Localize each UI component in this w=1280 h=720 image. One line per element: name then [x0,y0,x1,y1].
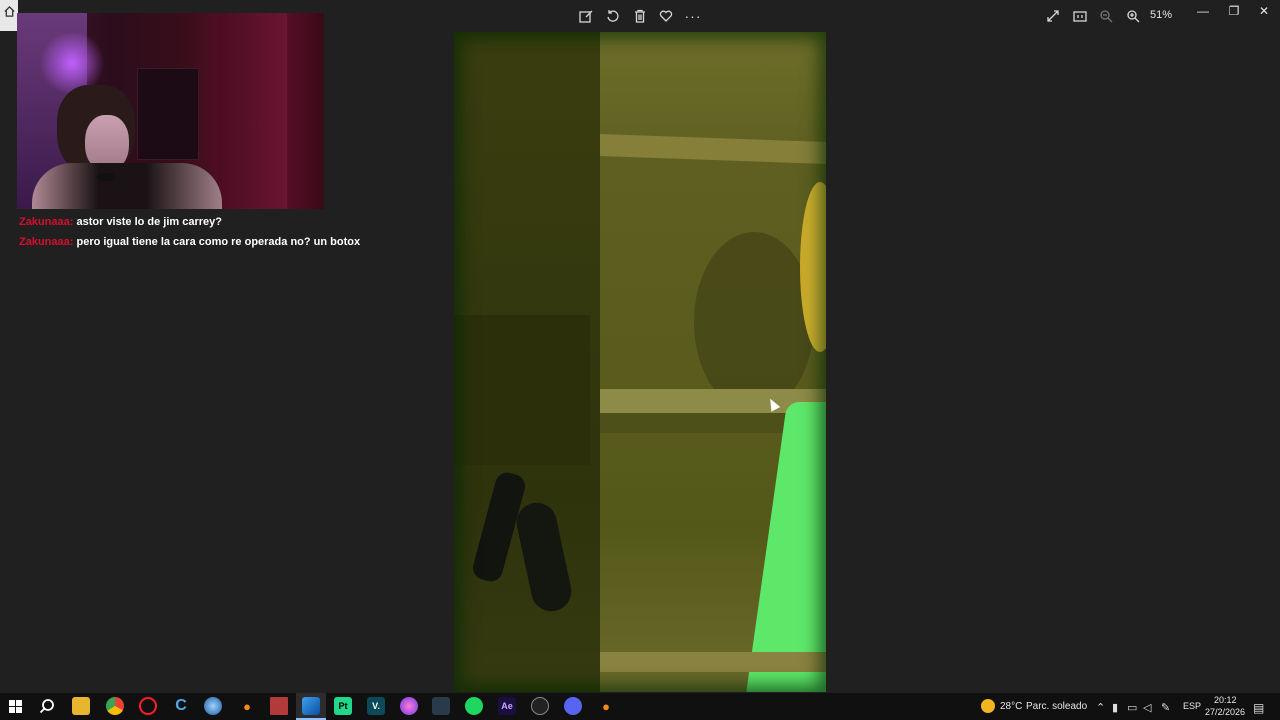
chat-text: astor viste lo de jim carrey? [76,216,222,228]
delete-button[interactable] [630,6,650,26]
start-button[interactable] [9,700,22,713]
displayed-image[interactable] [454,32,826,692]
vegas-icon[interactable]: V. [367,697,385,715]
video-editor-icon[interactable] [270,697,288,715]
minimize-button[interactable]: — [1191,2,1215,20]
taskbar: C ● Pt V. Ae ● 28°C Parc. soleado ESP 20… [0,693,1280,720]
rotate-icon [607,10,619,22]
chevron-up-icon[interactable]: ⌃ [1096,701,1105,714]
obs-icon[interactable] [531,697,549,715]
zoom-level[interactable]: 51% [1150,9,1172,21]
language-indicator[interactable]: ESP [1183,701,1201,711]
pycharm-icon[interactable]: Pt [334,697,352,715]
volume-icon[interactable]: ◁ [1143,701,1151,714]
search-icon[interactable] [38,697,56,715]
after-effects-icon[interactable]: Ae [498,697,516,715]
minimize-icon: — [1197,4,1209,18]
home-icon [4,6,15,17]
blender2-icon[interactable]: ● [597,697,615,715]
actual-size-icon [1073,11,1087,22]
trash-icon [635,9,645,23]
chrome-icon[interactable] [106,697,124,715]
zoom-out-icon [1100,10,1113,23]
weather-sun-icon[interactable] [981,699,995,713]
spotify-icon[interactable] [465,697,483,715]
favorite-button[interactable] [656,6,676,26]
more-icon: ··· [684,8,702,24]
more-options-button[interactable]: ··· [683,6,703,26]
pen-icon[interactable]: ✎ [1161,701,1170,714]
microphone-icon[interactable]: ▮ [1112,701,1118,714]
file-explorer-icon[interactable] [72,697,90,715]
close-button[interactable]: ✕ [1252,2,1276,20]
fullscreen-button[interactable] [1043,6,1063,26]
clock-time[interactable]: 20:12 [1214,695,1237,705]
discord-icon[interactable] [564,697,582,715]
webcam-overlay [17,13,324,209]
app-icon[interactable] [204,697,222,715]
clock-date[interactable]: 27/2/2026 [1205,707,1245,717]
photos-icon[interactable] [302,697,320,715]
heart-icon [659,10,673,22]
opera-icon[interactable] [139,697,157,715]
app2-icon[interactable] [400,697,418,715]
zoom-out-button[interactable] [1096,6,1116,26]
notifications-icon[interactable]: ▤ [1253,701,1264,715]
chat-message: Zakunaaa: pero igual tiene la cara como … [19,232,360,252]
chat-username: Zakunaaa: [19,216,74,228]
network-icon[interactable]: ▭ [1127,701,1137,714]
zoom-in-button[interactable] [1123,6,1143,26]
chat-username: Zakunaaa: [19,236,74,248]
blender-icon[interactable]: ● [238,697,256,715]
restore-button[interactable]: ❐ [1222,2,1246,20]
close-icon: ✕ [1258,4,1270,18]
weather-description[interactable]: Parc. soleado [1026,701,1087,712]
davinci-icon[interactable] [432,697,450,715]
expand-icon [1047,10,1059,22]
chat-overlay: Zakunaaa: astor viste lo de jim carrey? … [19,212,360,252]
restore-icon: ❐ [1228,4,1240,18]
weather-temp[interactable]: 28°C [1000,701,1022,712]
rotate-button[interactable] [603,6,623,26]
edit-icon [579,10,593,23]
chat-message: Zakunaaa: astor viste lo de jim carrey? [19,212,360,232]
zoom-in-icon [1127,10,1140,23]
microphone [97,173,115,181]
home-button[interactable] [0,0,18,31]
edit-image-button[interactable] [576,6,596,26]
actual-size-button[interactable] [1070,6,1090,26]
ccleaner-icon[interactable]: C [172,697,190,715]
chat-text: pero igual tiene la cara como re operada… [76,236,361,248]
